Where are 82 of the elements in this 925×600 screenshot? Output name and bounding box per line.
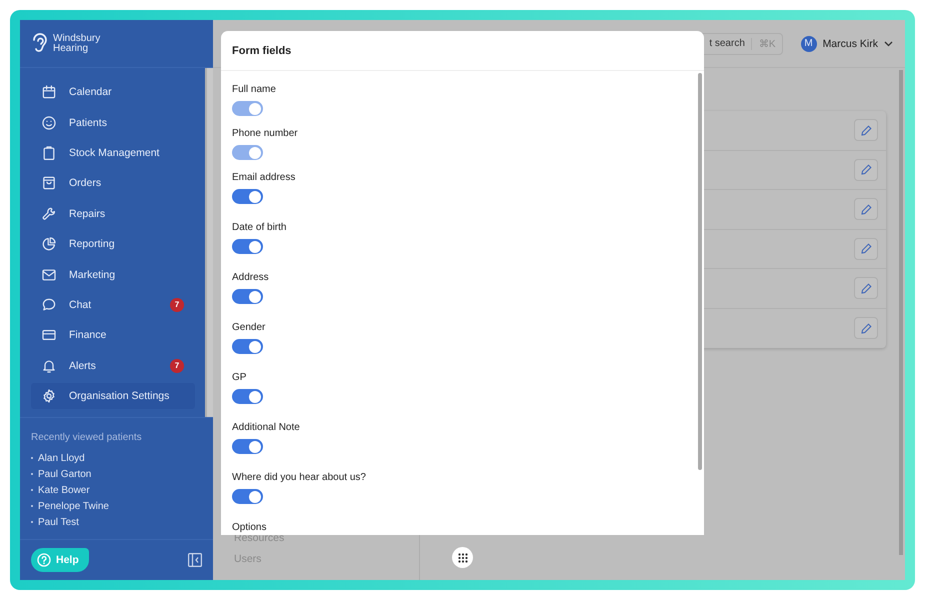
nav-label: Repairs <box>69 208 106 220</box>
pencil-icon <box>860 164 872 176</box>
collapse-icon <box>188 553 202 567</box>
nav-item[interactable]: Marketing <box>31 259 195 290</box>
nav-item[interactable]: Repairs <box>31 198 195 229</box>
toggle-switch[interactable] <box>232 289 263 304</box>
field-label: Phone number <box>232 128 299 141</box>
nav-item[interactable]: Patients <box>31 107 195 138</box>
pencil-icon <box>860 204 872 215</box>
nav-item[interactable]: Reporting <box>31 228 195 260</box>
toggle-switch[interactable] <box>232 239 263 254</box>
avatar: M <box>800 36 817 52</box>
pencil-icon <box>860 243 872 254</box>
nav-item[interactable]: Organisation Settings <box>31 382 195 409</box>
nav-label: Calendar <box>69 86 112 98</box>
question-icon <box>37 553 51 567</box>
nav-item[interactable]: Alerts 7 <box>31 350 195 381</box>
edit-button[interactable] <box>854 238 878 260</box>
clipboard-icon <box>41 144 57 161</box>
section-title: Recently viewed patients <box>31 432 143 443</box>
nav-label: Chat <box>69 298 92 311</box>
count-badge: 7 <box>170 298 184 312</box>
nav-label: Organisation Settings <box>69 390 170 402</box>
collapse-sidebar-button[interactable] <box>188 553 202 567</box>
calendar-icon <box>41 84 57 100</box>
field-label: Options <box>232 522 268 535</box>
dialog-title: Form fields <box>232 44 292 56</box>
count-badge: 7 <box>170 358 184 373</box>
edit-button[interactable] <box>854 317 878 340</box>
nav-label: Patients <box>69 116 107 129</box>
toggle-switch[interactable] <box>232 439 263 454</box>
envelope-icon <box>41 266 57 283</box>
pencil-icon <box>860 282 872 294</box>
field-label: Address <box>232 272 270 285</box>
toggle-switch[interactable] <box>232 189 263 204</box>
edit-button[interactable] <box>854 119 878 142</box>
grid-button[interactable] <box>452 547 473 568</box>
nav-item[interactable]: Stock Management <box>31 138 195 168</box>
patient-link[interactable]: Alan Lloyd <box>38 452 85 464</box>
pencil-icon <box>860 124 872 136</box>
field-label: GP <box>232 372 248 385</box>
edit-button[interactable] <box>854 277 878 300</box>
toggle-switch[interactable] <box>232 489 263 504</box>
toggle-switch[interactable] <box>232 339 263 354</box>
smiley-icon <box>41 114 57 131</box>
grid-icon <box>458 552 468 562</box>
edit-button[interactable] <box>854 158 878 181</box>
nav-label: Stock Management <box>69 146 160 159</box>
user-menu[interactable]: M Marcus Kirk <box>800 36 893 52</box>
logo-text: Windsbury Hearing <box>53 34 100 54</box>
patient-link[interactable]: Kate Bower <box>38 484 90 496</box>
speech-bubble-icon <box>41 296 57 313</box>
settings-icon <box>41 388 57 404</box>
pie-chart-icon <box>41 236 57 252</box>
field-label: Full name <box>232 84 277 97</box>
patient-link[interactable]: Penelope Twine <box>38 500 109 512</box>
patient-link[interactable]: Paul Test <box>38 516 79 528</box>
nav-label: Orders <box>69 177 102 190</box>
bell-icon <box>41 358 57 374</box>
scrollbar[interactable] <box>899 70 903 555</box>
nav-label: Finance <box>69 329 106 342</box>
field-label: Email address <box>232 172 296 185</box>
nav-item[interactable]: Finance <box>31 320 195 351</box>
pencil-icon <box>860 322 872 334</box>
field-label: Gender <box>232 322 266 335</box>
nav-item[interactable]: Chat 7 <box>31 290 195 320</box>
nav-item[interactable]: Calendar <box>31 77 195 108</box>
scrollbar[interactable] <box>698 73 702 470</box>
nav-label: Reporting <box>69 238 115 250</box>
wrench-icon <box>41 206 57 222</box>
edit-button[interactable] <box>854 198 878 220</box>
bag-icon <box>41 175 57 192</box>
chevron-down-icon <box>884 40 893 46</box>
scrollbar[interactable] <box>205 68 213 417</box>
nav-item[interactable]: Orders <box>31 168 195 199</box>
field-label: Additional Note <box>232 422 301 435</box>
toggle-switch[interactable] <box>232 389 263 404</box>
patient-link[interactable]: Paul Garton <box>38 468 92 480</box>
field-label: Where did you hear about us? <box>232 472 367 485</box>
nav-label: Marketing <box>69 268 116 281</box>
nav-label: Alerts <box>69 360 96 372</box>
field-label: Date of birth <box>232 222 288 235</box>
